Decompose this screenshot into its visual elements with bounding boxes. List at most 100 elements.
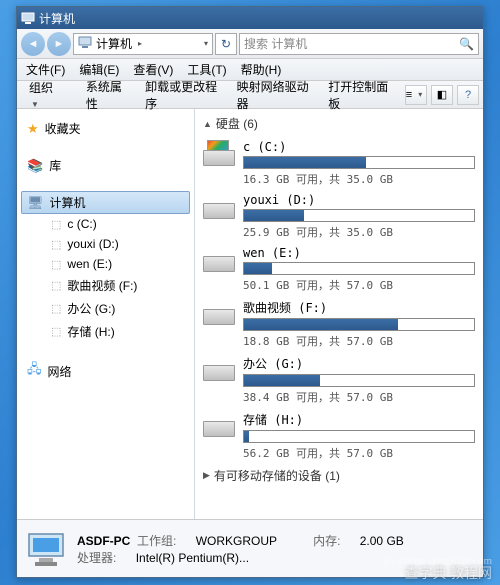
- refresh-button[interactable]: ↻: [215, 33, 237, 55]
- disk-icon: ⬚: [51, 325, 61, 338]
- drive-stats: 56.2 GB 可用，共 57.0 GB: [243, 445, 475, 461]
- drive-label: 办公 (G:): [67, 300, 115, 317]
- window-title: 计算机: [39, 10, 75, 27]
- drive-stats: 18.8 GB 可用，共 57.0 GB: [243, 333, 475, 349]
- search-placeholder: 搜索 计算机: [244, 35, 307, 52]
- drive-icon: [203, 411, 235, 437]
- sidebar-label: 库: [49, 157, 61, 174]
- usage-bar: [243, 209, 475, 222]
- watermark-text: 查字典 教程网: [405, 563, 493, 583]
- breadcrumb[interactable]: 计算机 ▸ ▾: [73, 33, 213, 55]
- preview-pane-button[interactable]: ◧: [431, 85, 453, 105]
- search-input[interactable]: 搜索 计算机 🔍: [239, 33, 479, 55]
- drive-label: 存储 (H:): [67, 323, 114, 340]
- cpu-value: Intel(R) Pentium(R)...: [136, 551, 249, 565]
- view-button[interactable]: ≡▾: [405, 85, 427, 105]
- sidebar-label: 计算机: [50, 194, 86, 211]
- sidebar-item-network[interactable]: 🖧 网络: [21, 357, 190, 385]
- sidebar-drive-item[interactable]: ⬚ 歌曲视频 (F:): [21, 274, 190, 297]
- status-text: ASDF-PC 工作组: WORKGROUP 内存: 2.00 GB 处理器: …: [77, 532, 420, 566]
- drive-info: c (C:) 16.3 GB 可用，共 35.0 GB: [243, 140, 475, 187]
- titlebar[interactable]: 计算机: [17, 7, 483, 29]
- help-button[interactable]: ?: [457, 85, 479, 105]
- hdd-section-header[interactable]: ▲ 硬盘 (6): [203, 115, 475, 132]
- drive-icon: [203, 299, 235, 325]
- computer-icon: [21, 11, 35, 25]
- network-icon: 🖧: [27, 360, 42, 382]
- memory-value: 2.00 GB: [360, 534, 404, 548]
- drive-stats: 38.4 GB 可用，共 57.0 GB: [243, 389, 475, 405]
- expand-icon: ▶: [203, 470, 210, 481]
- drive-label: c (C:): [67, 217, 96, 231]
- drive-icon: [203, 355, 235, 381]
- cpu-label: 处理器:: [77, 551, 116, 565]
- sidebar-drive-item[interactable]: ⬚ 存储 (H:): [21, 320, 190, 343]
- controlpanel-button[interactable]: 打开控制面板: [324, 76, 397, 114]
- pc-name: ASDF-PC: [77, 534, 130, 548]
- drive-label: 歌曲视频 (F:): [67, 277, 137, 294]
- chevron-right-icon[interactable]: ▸: [138, 39, 142, 48]
- drive-item[interactable]: wen (E:) 50.1 GB 可用，共 57.0 GB: [203, 246, 475, 293]
- drive-name: wen (E:): [243, 246, 475, 260]
- sidebar-drive-item[interactable]: ⬚youxi (D:): [21, 234, 190, 254]
- drive-name: 歌曲视频 (F:): [243, 299, 475, 316]
- drive-label: youxi (D:): [67, 237, 118, 251]
- section-label: 有可移动存储的设备 (1): [214, 467, 340, 484]
- sidebar-item-computer[interactable]: 🖥 计算机: [21, 191, 190, 214]
- drive-stats: 16.3 GB 可用，共 35.0 GB: [243, 171, 475, 187]
- drive-label: wen (E:): [67, 257, 112, 271]
- library-icon: 📚: [27, 158, 43, 174]
- organize-button[interactable]: 组织▼: [21, 77, 74, 112]
- sidebar-item-favorites[interactable]: ★ 收藏夹: [21, 117, 190, 140]
- usage-bar: [243, 430, 475, 443]
- drive-name: 办公 (G:): [243, 355, 475, 372]
- chevron-down-icon[interactable]: ▾: [204, 39, 208, 48]
- drive-name: c (C:): [243, 140, 475, 154]
- drive-icon: [203, 246, 235, 272]
- drive-info: 办公 (G:) 38.4 GB 可用，共 57.0 GB: [243, 355, 475, 405]
- search-icon[interactable]: 🔍: [459, 37, 474, 51]
- memory-label: 内存:: [313, 534, 340, 548]
- breadcrumb-label: 计算机: [96, 35, 132, 52]
- address-bar: ◄ ► 计算机 ▸ ▾ ↻ 搜索 计算机 🔍: [17, 29, 483, 59]
- usage-bar: [243, 156, 475, 169]
- drive-item[interactable]: youxi (D:)25.9 GB 可用，共 35.0 GB: [203, 193, 475, 240]
- explorer-window: 计算机 ◄ ► 计算机 ▸ ▾ ↻ 搜索 计算机 🔍 文件(F) 编辑(E) 查…: [16, 6, 484, 578]
- usage-bar: [243, 374, 475, 387]
- sidebar-drive-item[interactable]: ⬚c (C:): [21, 214, 190, 234]
- drive-info: youxi (D:)25.9 GB 可用，共 35.0 GB: [243, 193, 475, 240]
- drive-item[interactable]: c (C:) 16.3 GB 可用，共 35.0 GB: [203, 140, 475, 187]
- content-area: ★ 收藏夹 📚 库 🖥 计算机 ⬚c (C:)⬚youxi (D:)⬚wen (…: [17, 109, 483, 519]
- mapdrive-button[interactable]: 映射网络驱动器: [233, 76, 317, 114]
- disk-icon: ⬚: [51, 302, 61, 315]
- drive-item[interactable]: 歌曲视频 (F:) 18.8 GB 可用，共 57.0 GB: [203, 299, 475, 349]
- usage-bar: [243, 318, 475, 331]
- toolbar: 组织▼ 系统属性 卸载或更改程序 映射网络驱动器 打开控制面板 ≡▾ ◧ ?: [17, 81, 483, 109]
- computer-icon: [78, 36, 92, 51]
- drive-info: 存储 (H:)56.2 GB 可用，共 57.0 GB: [243, 411, 475, 461]
- drive-stats: 50.1 GB 可用，共 57.0 GB: [243, 277, 475, 293]
- sidebar-drive-item[interactable]: ⬚ 办公 (G:): [21, 297, 190, 320]
- forward-button[interactable]: ►: [47, 32, 71, 56]
- drive-item[interactable]: 存储 (H:)56.2 GB 可用，共 57.0 GB: [203, 411, 475, 461]
- sysprops-button[interactable]: 系统属性: [82, 76, 133, 114]
- sidebar-item-libraries[interactable]: 📚 库: [21, 154, 190, 177]
- back-button[interactable]: ◄: [21, 32, 45, 56]
- main-pane: ▲ 硬盘 (6) c (C:) 16.3 GB 可用，共 35.0 GB youxi…: [195, 109, 483, 519]
- section-label: 硬盘 (6): [216, 115, 258, 132]
- sidebar-drive-item[interactable]: ⬚wen (E:): [21, 254, 190, 274]
- drive-icon: [203, 193, 235, 219]
- drive-name: youxi (D:): [243, 193, 475, 207]
- computer-icon: [25, 528, 67, 570]
- disk-icon: ⬚: [51, 279, 61, 292]
- sidebar-label: 网络: [48, 363, 72, 380]
- computer-icon: 🖥: [27, 195, 44, 211]
- workgroup-label: 工作组:: [137, 534, 176, 548]
- drive-icon: [203, 140, 235, 166]
- navigation-pane: ★ 收藏夹 📚 库 🖥 计算机 ⬚c (C:)⬚youxi (D:)⬚wen (…: [17, 109, 195, 519]
- uninstall-button[interactable]: 卸载或更改程序: [141, 76, 225, 114]
- removable-section-header[interactable]: ▶ 有可移动存储的设备 (1): [203, 467, 475, 484]
- drive-info: wen (E:) 50.1 GB 可用，共 57.0 GB: [243, 246, 475, 293]
- drive-info: 歌曲视频 (F:) 18.8 GB 可用，共 57.0 GB: [243, 299, 475, 349]
- drive-item[interactable]: 办公 (G:) 38.4 GB 可用，共 57.0 GB: [203, 355, 475, 405]
